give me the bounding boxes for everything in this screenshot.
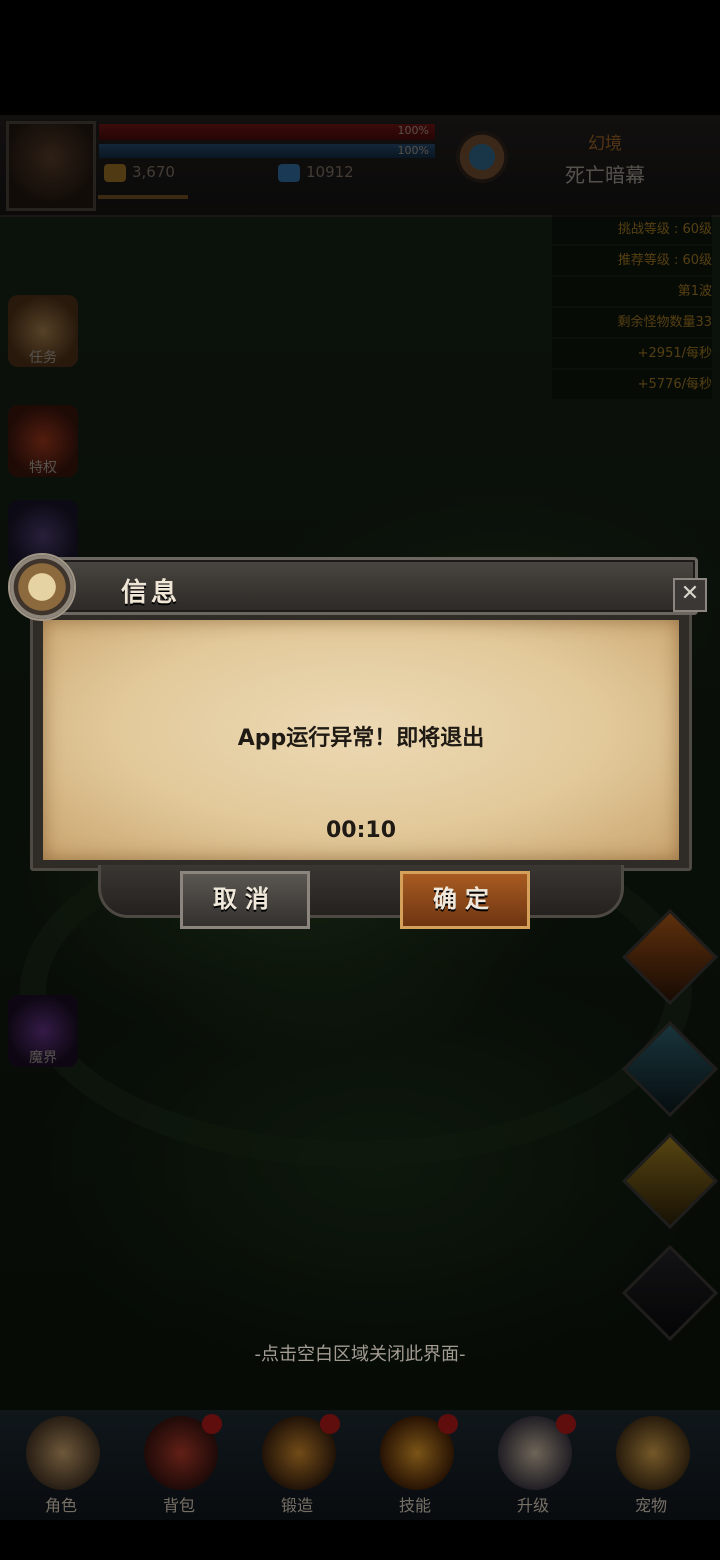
close-button[interactable]: ✕ [673,578,707,612]
close-hint: -点击空白区域关闭此界面- [254,1344,466,1365]
close-icon: ✕ [680,581,700,606]
dialog-parchment: App运行异常！即将退出 00:10 [43,620,679,860]
dialog-footer [98,865,624,918]
dialog-title: 信息 [121,578,182,608]
dialog-body: App运行异常！即将退出 00:10 [30,609,692,871]
countdown-timer: 00:10 [325,818,397,843]
dialog-header: 信息 ✕ [36,557,707,615]
dialog-message: App运行异常！即将退出 [237,726,485,751]
cancel-button[interactable]: 取消 [180,871,310,929]
confirm-button[interactable]: 确定 [400,871,530,929]
book-icon [8,553,76,621]
info-dialog: App运行异常！即将退出 00:10 信息 ✕ 取消 确定 [8,553,707,933]
